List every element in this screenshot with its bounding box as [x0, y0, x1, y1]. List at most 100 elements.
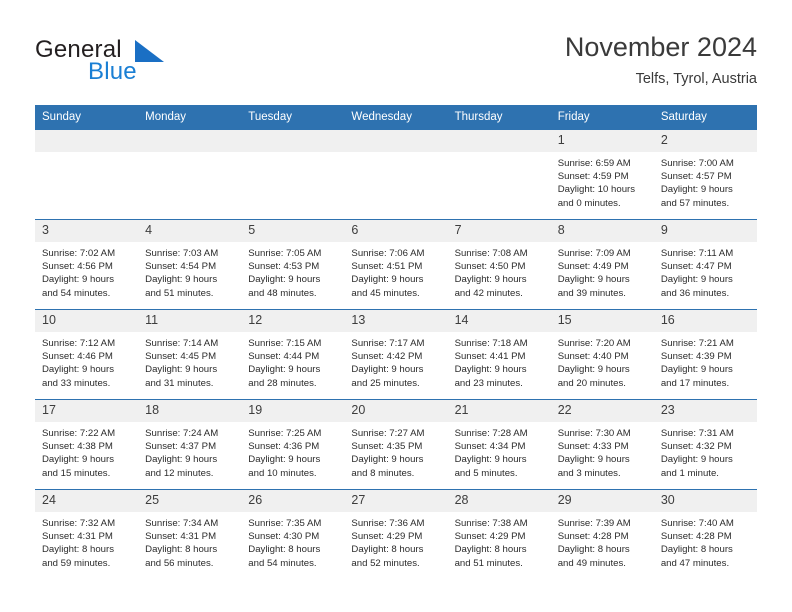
calendar-day-cell[interactable]: 29 Sunrise: 7:39 AM Sunset: 4:28 PM Dayligh… [550, 489, 654, 579]
day-number: 12 [241, 310, 345, 332]
calendar-day-cell[interactable]: 2 Sunrise: 7:00 AM Sunset: 4:57 PM Daylight… [653, 129, 757, 220]
day-number: 7 [447, 220, 551, 242]
daylight-text: and 52 minutes. [351, 557, 420, 569]
weekday-header-tuesday: Tuesday [241, 105, 345, 130]
daylight-text: Daylight: 9 hours [660, 454, 733, 466]
daylight-text: and 20 minutes. [557, 377, 626, 389]
day-number: 25 [138, 490, 242, 512]
calendar-day-cell[interactable]: 1 Sunrise: 6:59 AM Sunset: 4:59 PM Daylight… [550, 129, 654, 220]
daylight-text: and 31 minutes. [145, 377, 214, 389]
day-details: Sunrise: 7:08 AM Sunset: 4:50 PM Daylight:… [448, 242, 551, 300]
calendar-week-row: 1 Sunrise: 6:59 AM Sunset: 4:59 PM Daylight… [35, 129, 757, 220]
sunrise-text: Sunrise: 7:38 AM [454, 518, 528, 529]
sunrise-text: Sunrise: 7:02 AM [42, 248, 116, 259]
calendar-day-cell[interactable]: 5 Sunrise: 7:05 AM Sunset: 4:53 PM Daylight… [241, 219, 345, 310]
day-details [138, 152, 241, 157]
day-details: Sunrise: 7:35 AM Sunset: 4:30 PM Daylight:… [241, 512, 344, 570]
calendar-day-cell[interactable]: 19 Sunrise: 7:25 AM Sunset: 4:36 PM Dayligh… [241, 399, 345, 490]
day-details: Sunrise: 7:02 AM Sunset: 4:56 PM Daylight:… [35, 242, 138, 300]
calendar-day-cell[interactable]: 13 Sunrise: 7:17 AM Sunset: 4:42 PM Dayligh… [344, 309, 448, 400]
day-details: Sunrise: 7:21 AM Sunset: 4:39 PM Daylight:… [654, 332, 757, 390]
calendar-day-cell[interactable]: 30 Sunrise: 7:40 AM Sunset: 4:28 PM Dayligh… [653, 489, 757, 579]
day-details: Sunrise: 7:14 AM Sunset: 4:45 PM Daylight:… [138, 332, 241, 390]
day-number [344, 130, 448, 152]
calendar-day-cell[interactable]: 12 Sunrise: 7:15 AM Sunset: 4:44 PM Dayligh… [241, 309, 345, 400]
daylight-text: Daylight: 9 hours [248, 454, 321, 466]
daylight-text: Daylight: 9 hours [454, 454, 527, 466]
day-number: 23 [653, 400, 757, 422]
calendar-week-row: 3 Sunrise: 7:02 AM Sunset: 4:56 PM Daylight… [35, 219, 757, 310]
day-details: Sunrise: 7:00 AM Sunset: 4:57 PM Daylight:… [654, 152, 757, 210]
calendar-day-cell[interactable]: 11 Sunrise: 7:14 AM Sunset: 4:45 PM Dayligh… [138, 309, 242, 400]
calendar-week-row: 17 Sunrise: 7:22 AM Sunset: 4:38 PM Dayligh… [35, 399, 757, 490]
calendar-day-cell[interactable]: 15 Sunrise: 7:20 AM Sunset: 4:40 PM Dayligh… [550, 309, 654, 400]
weekday-header-thursday: Thursday [447, 105, 551, 130]
calendar-header-row: Sunday Monday Tuesday Wednesday Thursday Frid… [35, 105, 757, 130]
calendar-day-cell[interactable]: 18 Sunrise: 7:24 AM Sunset: 4:37 PM Dayligh… [138, 399, 242, 490]
calendar-day-cell[interactable]: 10 Sunrise: 7:12 AM Sunset: 4:46 PM Dayligh… [35, 309, 139, 400]
day-details: Sunrise: 7:17 AM Sunset: 4:42 PM Daylight:… [344, 332, 447, 390]
calendar-day-cell[interactable]: 6 Sunrise: 7:06 AM Sunset: 4:51 PM Daylight… [344, 219, 448, 310]
daylight-text: and 47 minutes. [660, 557, 730, 569]
calendar-day-cell[interactable]: 16 Sunrise: 7:21 AM Sunset: 4:39 PM Dayligh… [653, 309, 757, 400]
calendar-day-cell[interactable]: 4 Sunrise: 7:03 AM Sunset: 4:54 PM Daylight… [138, 219, 242, 310]
day-number: 13 [344, 310, 448, 332]
calendar-day-cell[interactable]: 23 Sunrise: 7:31 AM Sunset: 4:32 PM Dayligh… [653, 399, 757, 490]
calendar-day-cell[interactable]: 24 Sunrise: 7:32 AM Sunset: 4:31 PM Dayligh… [35, 489, 139, 579]
calendar-day-cell[interactable]: 8 Sunrise: 7:09 AM Sunset: 4:49 PM Daylight… [550, 219, 654, 310]
sunrise-text: Sunrise: 7:15 AM [248, 338, 322, 349]
calendar-day-cell[interactable]: 3 Sunrise: 7:02 AM Sunset: 4:56 PM Daylight… [35, 219, 139, 310]
general-blue-logo[interactable]: General Blue [35, 36, 255, 88]
daylight-text: and 33 minutes. [42, 377, 111, 389]
sunrise-text: Sunrise: 7:40 AM [660, 518, 734, 529]
calendar-day-cell[interactable]: 9 Sunrise: 7:11 AM Sunset: 4:47 PM Daylight… [653, 219, 757, 310]
calendar-day-cell[interactable]: 27 Sunrise: 7:36 AM Sunset: 4:29 PM Dayligh… [344, 489, 448, 579]
daylight-text: Daylight: 9 hours [145, 364, 218, 376]
calendar-day-cell[interactable]: 7 Sunrise: 7:08 AM Sunset: 4:50 PM Daylight… [447, 219, 551, 310]
day-details: Sunrise: 7:18 AM Sunset: 4:41 PM Daylight:… [448, 332, 551, 390]
daylight-text: Daylight: 9 hours [145, 274, 218, 286]
daylight-text: Daylight: 9 hours [351, 364, 424, 376]
calendar-day-cell[interactable]: 28 Sunrise: 7:38 AM Sunset: 4:29 PM Dayligh… [447, 489, 551, 579]
day-number: 19 [241, 400, 345, 422]
daylight-text: Daylight: 9 hours [248, 364, 321, 376]
day-details: Sunrise: 7:22 AM Sunset: 4:38 PM Daylight:… [35, 422, 138, 480]
daylight-text: Daylight: 9 hours [660, 274, 733, 286]
daylight-text: Daylight: 9 hours [557, 364, 630, 376]
daylight-text: Daylight: 9 hours [660, 184, 733, 196]
calendar-day-cell[interactable]: 25 Sunrise: 7:34 AM Sunset: 4:31 PM Dayligh… [138, 489, 242, 579]
sunset-text: Sunset: 4:57 PM [660, 171, 732, 183]
calendar-day-cell[interactable]: 21 Sunrise: 7:28 AM Sunset: 4:34 PM Dayligh… [447, 399, 551, 490]
sunrise-text: Sunrise: 7:31 AM [660, 428, 734, 439]
daylight-text: and 57 minutes. [660, 197, 730, 209]
sunrise-text: Sunrise: 7:08 AM [454, 248, 528, 259]
daylight-text: and 54 minutes. [42, 287, 111, 299]
day-number [447, 130, 551, 152]
calendar-day-cell-empty [344, 129, 448, 220]
daylight-text: and 51 minutes. [454, 557, 523, 569]
calendar-day-cell[interactable]: 26 Sunrise: 7:35 AM Sunset: 4:30 PM Dayligh… [241, 489, 345, 579]
day-details [35, 152, 138, 157]
calendar-day-cell[interactable]: 22 Sunrise: 7:30 AM Sunset: 4:33 PM Dayligh… [550, 399, 654, 490]
sunset-text: Sunset: 4:40 PM [557, 351, 629, 363]
day-number: 18 [138, 400, 242, 422]
daylight-text: and 54 minutes. [248, 557, 317, 569]
sunrise-text: Sunrise: 7:03 AM [145, 248, 219, 259]
calendar-day-cell[interactable]: 17 Sunrise: 7:22 AM Sunset: 4:38 PM Dayligh… [35, 399, 139, 490]
day-number: 9 [653, 220, 757, 242]
sunset-text: Sunset: 4:28 PM [557, 531, 629, 543]
day-number: 21 [447, 400, 551, 422]
sunrise-text: Sunrise: 7:34 AM [145, 518, 219, 529]
calendar-day-cell[interactable]: 20 Sunrise: 7:27 AM Sunset: 4:35 PM Dayligh… [344, 399, 448, 490]
day-number: 11 [138, 310, 242, 332]
calendar-day-cell[interactable]: 14 Sunrise: 7:18 AM Sunset: 4:41 PM Dayligh… [447, 309, 551, 400]
daylight-text: and 56 minutes. [145, 557, 214, 569]
daylight-text: and 17 minutes. [660, 377, 730, 389]
daylight-text: Daylight: 9 hours [557, 454, 630, 466]
page-title: November 2024 [564, 32, 757, 62]
daylight-text: and 59 minutes. [42, 557, 111, 569]
sunrise-text: Sunrise: 7:12 AM [42, 338, 116, 349]
sunrise-text: Sunrise: 7:14 AM [145, 338, 219, 349]
day-details [241, 152, 344, 157]
day-number: 15 [550, 310, 654, 332]
